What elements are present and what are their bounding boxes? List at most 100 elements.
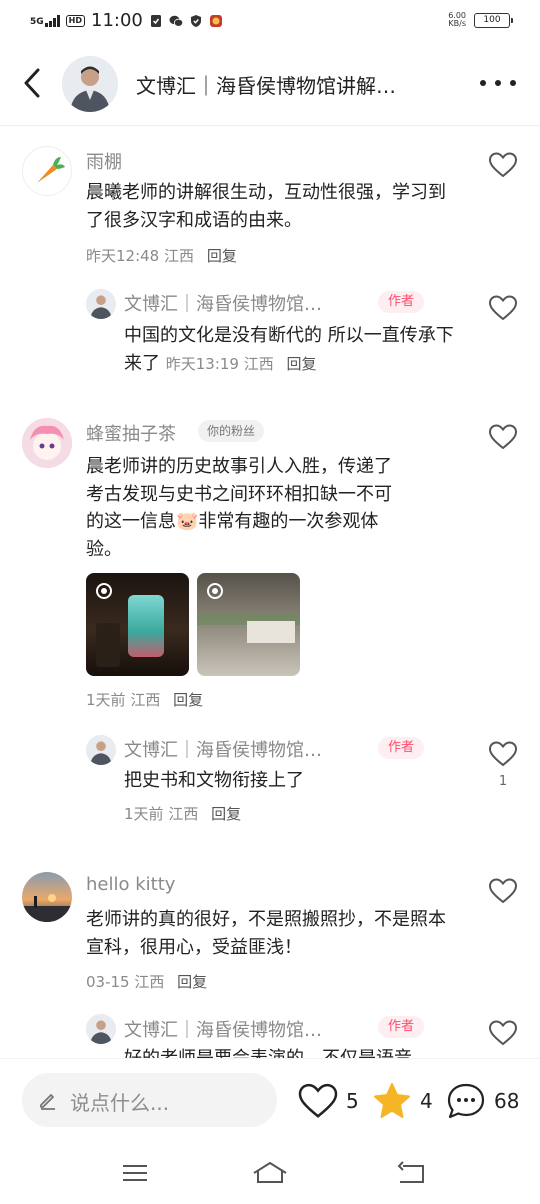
bottom-action-bar: 说点什么... 5 4 68 (0, 1058, 540, 1142)
comment-item: hello kitty 老师讲的真的很好，不是照搬照抄，不是照本宣科，很用心，受… (0, 856, 540, 1058)
reply-avatar[interactable] (86, 735, 116, 765)
live-photo-icon (96, 583, 112, 599)
comment-placeholder: 说点什么... (70, 1091, 170, 1115)
author-avatar[interactable] (62, 56, 118, 112)
person-icon (62, 56, 118, 112)
like-button[interactable]: 5 (298, 1081, 359, 1121)
header: 文博汇｜海昏侯博物馆讲解… (0, 40, 540, 126)
person-icon (86, 289, 116, 319)
reply-time: 1天前 (124, 805, 164, 823)
fan-badge: 你的粉丝 (198, 420, 265, 442)
comment-location: 江西 (130, 691, 161, 709)
comment-text: 晨老师讲的历史故事引人入胜，传递了 考古发现与史书之间环环相扣缺一不可 的这一信… (86, 456, 392, 560)
system-nav-bar (0, 1142, 540, 1204)
user-avatar[interactable] (22, 418, 72, 468)
network-type: 5G (30, 16, 44, 27)
comment-location: 江西 (134, 973, 165, 991)
carrot-icon (37, 157, 65, 183)
reply-username[interactable]: 文博汇｜海昏侯博物馆… (124, 1016, 322, 1042)
favorite-count: 4 (420, 1089, 433, 1113)
like-count: 1 (498, 774, 508, 789)
signal-icon (44, 14, 60, 27)
comment-username[interactable]: 雨棚 (86, 148, 122, 174)
dot-icon (510, 80, 516, 86)
reply-avatar[interactable] (86, 289, 116, 319)
chat-bubble-icon (447, 1083, 485, 1119)
comment-text: 老师讲的真的很好，不是照搬照抄，不是照本宣科，很用心，受益匪浅！ (86, 909, 446, 958)
comment-item: 雨棚 晨曦老师的讲解很生动，互动性很强，学习到了很多汉字和成语的由来。 昨天12… (0, 126, 540, 396)
shield-icon (190, 14, 201, 27)
battery-icon: 100 (474, 12, 513, 28)
reply-button[interactable]: 回复 (211, 805, 241, 823)
comment-meta: 03-15 江西 回复 (86, 971, 207, 992)
like-count: 5 (346, 1089, 359, 1113)
back-nav-icon[interactable] (396, 1160, 428, 1186)
comment-photo[interactable] (197, 573, 300, 676)
reply-meta: 昨天13:19 江西 回复 (166, 355, 317, 373)
reply-avatar[interactable] (86, 1014, 116, 1044)
comment-time: 1天前 (86, 691, 126, 709)
reply-meta: 1天前 江西 回复 (124, 803, 241, 824)
back-button[interactable] (18, 66, 48, 100)
favorite-button[interactable]: 4 (372, 1081, 433, 1121)
status-time: 11:00 (91, 10, 143, 31)
reply-button[interactable]: 回复 (177, 973, 207, 991)
star-icon (374, 1083, 410, 1118)
pig-emoji: 🐷 (176, 511, 199, 532)
dot-icon (480, 80, 486, 86)
sunset-photo-icon (22, 872, 72, 922)
reply-button[interactable]: 回复 (287, 355, 317, 373)
more-button[interactable] (480, 80, 516, 88)
heart-icon[interactable] (489, 424, 517, 450)
reply-button[interactable]: 回复 (207, 247, 237, 265)
reply-username[interactable]: 文博汇｜海昏侯博物馆… (124, 290, 322, 316)
page-title: 文博汇｜海昏侯博物馆讲解… (136, 74, 396, 98)
heart-icon[interactable] (489, 1020, 517, 1046)
comment-text: 晨曦老师的讲解很生动，互动性很强，学习到了很多汉字和成语的由来。 (86, 182, 446, 231)
comment-time: 03-15 (86, 973, 130, 991)
menu-icon[interactable] (119, 1160, 151, 1186)
reply-text: 把史书和文物衔接上了 (124, 770, 304, 791)
author-badge: 作者 (378, 737, 425, 759)
author-badge: 作者 (378, 291, 425, 313)
user-avatar[interactable] (22, 872, 72, 922)
comment-meta: 1天前 江西 回复 (86, 689, 203, 710)
pencil-icon (40, 1094, 55, 1110)
comment-time: 昨天12:48 (86, 247, 160, 265)
heart-icon[interactable] (489, 741, 517, 767)
heart-icon[interactable] (489, 295, 517, 321)
reply-location: 江西 (243, 354, 274, 373)
reply-text: 好的老师是要会表演的，不仅是语音 (124, 1045, 464, 1058)
comment-input[interactable]: 说点什么... (22, 1073, 277, 1127)
reply-text: 中国的文化是没有断代的 所以一直传承下来了 昨天13:19 江西 回复 (124, 325, 454, 374)
comment-item: 蜂蜜抽子茶 你的粉丝 晨老师讲的历史故事引人入胜，传递了 考古发现与史书之间环环… (0, 396, 540, 856)
person-icon (86, 1014, 116, 1044)
user-avatar[interactable] (22, 146, 72, 196)
game-app-icon (209, 14, 222, 27)
status-bar: 5G HD 11:00 6.00 KB/s 100 (0, 0, 540, 40)
hd-badge: HD (65, 14, 85, 27)
net-speed: 6.00 KB/s (448, 11, 466, 28)
heart-icon[interactable] (489, 878, 517, 904)
dot-icon (495, 80, 501, 86)
comment-location: 江西 (164, 247, 195, 265)
comment-photo[interactable] (86, 573, 189, 676)
anime-avatar-icon (22, 418, 72, 468)
reply-location: 江西 (168, 805, 199, 823)
heart-icon (298, 1083, 338, 1118)
live-photo-icon (207, 583, 223, 599)
heart-icon[interactable] (489, 152, 517, 178)
comment-username[interactable]: hello kitty (86, 874, 175, 895)
clipboard-icon (150, 14, 161, 27)
comment-username[interactable]: 蜂蜜抽子茶 (86, 420, 176, 446)
comment-count: 68 (494, 1089, 520, 1113)
reply-username[interactable]: 文博汇｜海昏侯博物馆… (124, 736, 322, 762)
person-icon (86, 735, 116, 765)
home-icon[interactable] (252, 1160, 288, 1186)
reply-button[interactable]: 回复 (173, 691, 203, 709)
author-badge: 作者 (378, 1016, 425, 1038)
reply-time: 昨天13:19 (165, 354, 239, 373)
wechat-icon (169, 15, 183, 27)
comment-meta: 昨天12:48 江西 回复 (86, 245, 237, 266)
comment-button[interactable]: 68 (446, 1081, 519, 1121)
